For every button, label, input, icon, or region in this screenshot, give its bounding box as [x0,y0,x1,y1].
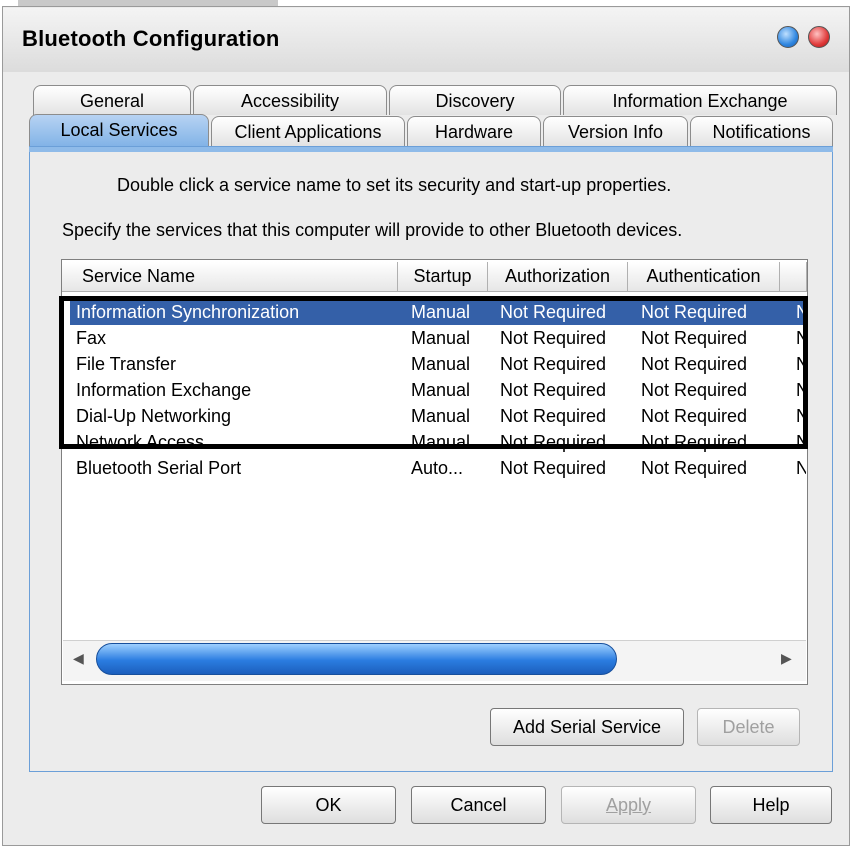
highlight-box [59,296,808,449]
scrollbar-thumb[interactable] [96,643,617,675]
ok-button[interactable]: OK [261,786,396,824]
service-extra: N [796,455,806,481]
scroll-left-arrow-icon[interactable]: ◀ [73,650,84,667]
column-header-authorization[interactable]: Authorization [488,262,628,292]
tab-discovery[interactable]: Discovery [389,85,561,115]
column-header-authentication[interactable]: Authentication [628,262,780,292]
add-serial-service-button[interactable]: Add Serial Service [490,708,684,746]
apply-button[interactable]: Apply [561,786,696,824]
tab-notifications[interactable]: Notifications [690,116,833,146]
tab-hardware[interactable]: Hardware [407,116,541,146]
help-button[interactable]: Help [710,786,832,824]
tab-client-applications[interactable]: Client Applications [211,116,405,146]
cancel-button[interactable]: Cancel [411,786,546,824]
service-authorization: Not Required [500,458,607,478]
tab-version-info[interactable]: Version Info [543,116,688,146]
instruction-specify-services: Specify the services that this computer … [62,220,683,240]
scroll-right-arrow-icon[interactable]: ▶ [781,650,792,667]
instruction-double-click: Double click a service name to set its s… [117,175,672,195]
close-button[interactable] [808,26,830,48]
column-header-extra[interactable] [780,262,807,292]
window-title: Bluetooth Configuration [22,26,280,51]
service-startup: Auto... [411,458,464,478]
column-header-startup[interactable]: Startup [398,262,488,292]
tab-accessibility[interactable]: Accessibility [193,85,387,115]
minimize-button[interactable] [777,26,799,48]
service-name: Bluetooth Serial Port [76,458,242,478]
service-authentication: Not Required [641,458,748,478]
tab-general[interactable]: General [33,85,191,115]
tab-information-exchange[interactable]: Information Exchange [563,85,837,115]
service-row-bluetooth-serial-port[interactable]: Bluetooth Serial Port Auto... Not Requir… [70,455,806,481]
tab-local-services[interactable]: Local Services [29,114,209,148]
delete-button[interactable]: Delete [697,708,800,746]
column-header-service-name[interactable]: Service Name [62,262,398,292]
